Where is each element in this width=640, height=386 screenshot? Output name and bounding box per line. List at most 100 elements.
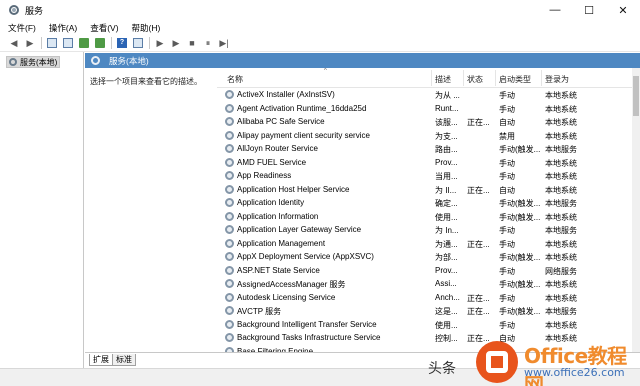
column-header-description[interactable]: 描述 (435, 74, 451, 85)
service-name: AMD FUEL Service (237, 157, 307, 167)
service-name: Application Information (237, 211, 319, 221)
column-header-name[interactable]: 名称 (227, 74, 243, 85)
column-header-row: ^ 名称 描述 状态 启动类型 登录为 (217, 68, 640, 88)
scrollbar-thumb[interactable] (633, 76, 639, 116)
service-description: 路由... (435, 145, 458, 154)
service-row[interactable]: AVCTP 服务 这是... 正在... 手动(触发... 本地服务 (217, 304, 640, 318)
service-gear-icon (225, 117, 234, 126)
restart-service-icon[interactable]: ▶| (218, 37, 230, 49)
maximize-button[interactable]: ☐ (572, 0, 606, 20)
service-description: Runt... (435, 103, 459, 113)
service-row[interactable]: Background Intelligent Transfer Service 使… (217, 318, 640, 332)
tab-standard[interactable]: 标准 (112, 354, 136, 366)
service-name: Autodesk Licensing Service (237, 292, 336, 302)
refresh-icon[interactable] (78, 37, 90, 49)
service-logon-as: 本地系统 (545, 239, 577, 249)
menu-action[interactable]: 操作(A) (49, 22, 77, 34)
service-logon-as: 本地系统 (545, 280, 577, 289)
service-name: AssignedAccessManager 服务 (237, 280, 346, 289)
office-logo-icon (476, 341, 518, 383)
tab-extended[interactable]: 扩展 (89, 354, 113, 366)
column-divider[interactable] (431, 70, 432, 86)
column-header-status[interactable]: 状态 (467, 74, 483, 85)
service-row[interactable]: Application Host Helper Service 为 II... 正在… (217, 183, 640, 197)
service-name: Alipay payment client security service (237, 130, 370, 140)
service-gear-icon (225, 306, 234, 315)
service-row[interactable]: Application Information 使用... 手动(触发... 本地系统 (217, 210, 640, 224)
service-gear-icon (225, 252, 234, 261)
column-divider[interactable] (495, 70, 496, 86)
menu-file[interactable]: 文件(F) (8, 22, 36, 34)
minimize-button[interactable]: — (538, 0, 572, 20)
description-pane: 选择一个项目来查看它的描述。 (85, 68, 217, 352)
column-header-logon-as[interactable]: 登录为 (545, 74, 569, 85)
service-row[interactable]: AMD FUEL Service Prov... 手动 本地系统 (217, 156, 640, 170)
service-gear-icon (225, 238, 234, 248)
forward-arrow-icon[interactable]: ▶ (24, 37, 36, 49)
service-logon-as: 本地系统 (545, 293, 577, 303)
service-row[interactable]: Application Management 为通... 正在... 手动 本地系统 (217, 237, 640, 251)
pause-service-icon[interactable]: ⏸ (202, 37, 214, 49)
service-row[interactable]: Application Layer Gateway Service 为 In...… (217, 223, 640, 237)
service-row[interactable]: AppX Deployment Service (AppXSVC) 为部... 手动… (217, 250, 640, 264)
menu-help[interactable]: 帮助(H) (132, 22, 161, 34)
tree-item-services-local[interactable]: 服务(本地) (6, 56, 61, 68)
service-startup-type: 手动 (499, 172, 515, 181)
service-gear-icon (225, 157, 234, 167)
service-gear-icon (225, 103, 234, 113)
service-description: Prov... (435, 265, 458, 275)
close-button[interactable]: ✕ (606, 0, 640, 20)
service-name: Application Host Helper Service (237, 184, 350, 194)
menu-view[interactable]: 查看(V) (90, 22, 118, 34)
console-tree-icon[interactable] (46, 37, 58, 49)
service-row[interactable]: ActiveX Installer (AxInstSV) 为从 ... 手动 本地系统 (217, 88, 640, 102)
service-startup-type: 手动(触发... (499, 307, 541, 316)
column-header-startup-type[interactable]: 启动类型 (499, 74, 531, 85)
service-row[interactable]: Application Identity 确定... 手动(触发... 本地服务 (217, 196, 640, 210)
help-icon[interactable]: ? (116, 37, 128, 49)
service-gear-icon (225, 90, 234, 99)
column-divider[interactable] (463, 70, 464, 86)
console-tree: 服务(本地) (0, 52, 84, 368)
services-gear-icon (8, 4, 20, 16)
service-startup-type: 自动 (499, 118, 515, 127)
service-description: Anch... (435, 292, 460, 302)
stop-service-icon[interactable]: ■ (186, 37, 198, 49)
service-name: Application Identity (237, 198, 305, 207)
start-service-alt-icon[interactable]: ▶ (170, 37, 182, 49)
column-divider[interactable] (541, 70, 542, 86)
service-description: Assi... (435, 279, 457, 288)
properties-icon[interactable] (62, 37, 74, 49)
back-arrow-icon[interactable]: ◀ (8, 37, 20, 49)
start-service-icon[interactable]: ▶ (154, 37, 166, 49)
service-row[interactable]: Alibaba PC Safe Service 该服... 正在... 自动 本地系统 (217, 115, 640, 129)
service-gear-icon (225, 292, 234, 302)
service-startup-type: 自动 (499, 185, 515, 195)
service-name: Background Intelligent Transfer Service (237, 319, 377, 329)
service-row[interactable]: ASP.NET State Service Prov... 手动 网络服务 (217, 264, 640, 278)
title-bar: 服务 — ☐ ✕ (0, 0, 640, 20)
service-name: Alibaba PC Safe Service (237, 117, 325, 126)
service-logon-as: 网络服务 (545, 266, 577, 276)
service-status: 正在... (467, 307, 490, 316)
service-gear-icon (225, 265, 234, 275)
service-gear-icon (225, 144, 234, 153)
service-row[interactable]: AllJoyn Router Service 路由... 手动(触发... 本地服务 (217, 142, 640, 156)
service-row[interactable]: Alipay payment client security service 为支… (217, 129, 640, 143)
show-hide-pane-icon[interactable] (132, 37, 144, 49)
service-logon-as: 本地系统 (545, 320, 577, 330)
sort-up-icon: ^ (324, 68, 327, 74)
service-description: 这是... (435, 307, 458, 316)
export-list-icon[interactable] (94, 37, 106, 49)
service-row[interactable]: AssignedAccessManager 服务 Assi... 手动(触发... 本… (217, 277, 640, 291)
service-row[interactable]: Agent Activation Runtime_16dda25d Runt...… (217, 102, 640, 116)
vertical-scrollbar[interactable] (632, 68, 640, 352)
toolbar: ◀ ▶ ? ▶ ▶ ■ ⏸ ▶| (0, 35, 640, 52)
service-startup-type: 手动 (499, 293, 515, 303)
service-row[interactable]: App Readiness 当用... 手动 本地系统 (217, 169, 640, 183)
service-row[interactable]: Autodesk Licensing Service Anch... 正在... 手动… (217, 291, 640, 305)
services-list: ^ 名称 描述 状态 启动类型 登录为 ActiveX Installer (A… (217, 68, 640, 352)
service-description: 为部... (435, 253, 458, 262)
service-startup-type: 手动 (499, 320, 515, 330)
service-description: Prov... (435, 157, 458, 167)
